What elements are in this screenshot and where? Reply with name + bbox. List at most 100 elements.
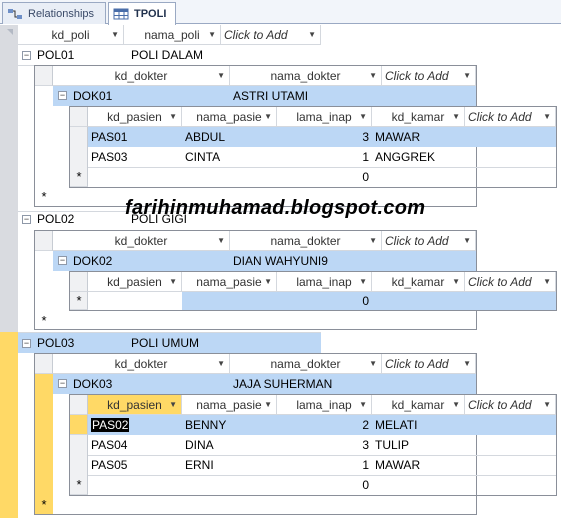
header-click-to-add[interactable]: Click to Add ▼ bbox=[382, 66, 476, 86]
sub-corner[interactable] bbox=[35, 231, 53, 251]
cell-nama-dokter[interactable]: ASTRI UTAMI bbox=[230, 86, 382, 106]
new-record-icon[interactable]: * bbox=[35, 311, 53, 331]
header-nama-dokter[interactable]: nama_dokter ▼ bbox=[230, 231, 382, 251]
chevron-down-icon[interactable]: ▼ bbox=[359, 107, 367, 126]
new-record-icon[interactable]: * bbox=[35, 187, 53, 207]
chevron-down-icon[interactable]: ▼ bbox=[217, 231, 225, 250]
cell-nama-pasien[interactable]: DINA bbox=[182, 435, 277, 455]
header-lama-inap[interactable]: lama_inap ▼ bbox=[277, 272, 372, 292]
header-click-to-add[interactable]: Click to Add ▼ bbox=[465, 272, 556, 292]
header-lama-inap[interactable]: lama_inap ▼ bbox=[277, 395, 372, 415]
header-lama-inap[interactable]: lama_inap ▼ bbox=[277, 107, 372, 127]
collapse-subdatasheet-icon[interactable]: − bbox=[58, 91, 67, 100]
header-kd-pasien[interactable]: kd_pasien ▼ bbox=[88, 395, 182, 415]
cell-kd-pasien[interactable]: PAS05 bbox=[88, 455, 182, 475]
header-kd-dokter[interactable]: kd_dokter ▼ bbox=[53, 66, 230, 86]
header-kd-kamar[interactable]: kd_kamar ▼ bbox=[372, 272, 465, 292]
header-kd-poli[interactable]: kd_poli ▼ bbox=[18, 25, 124, 45]
sub-corner[interactable] bbox=[35, 354, 53, 374]
header-click-to-add[interactable]: Click to Add ▼ bbox=[465, 107, 556, 127]
header-click-to-add[interactable]: Click to Add ▼ bbox=[465, 395, 556, 415]
chevron-down-icon[interactable]: ▼ bbox=[369, 66, 377, 85]
header-nama-pasie[interactable]: nama_pasie ▼ bbox=[182, 107, 277, 127]
cell-kd-poli[interactable]: POL01 bbox=[34, 45, 124, 65]
chevron-down-icon[interactable]: ▼ bbox=[264, 107, 272, 126]
header-kd-dokter[interactable]: kd_dokter ▼ bbox=[53, 231, 230, 251]
new-record-icon[interactable]: * bbox=[70, 475, 88, 495]
chevron-down-icon[interactable]: ▼ bbox=[359, 272, 367, 291]
cell-nama-pasien[interactable]: ERNI bbox=[182, 455, 277, 475]
header-nama-dokter[interactable]: nama_dokter ▼ bbox=[230, 354, 382, 374]
chevron-down-icon[interactable]: ▼ bbox=[452, 395, 460, 414]
chevron-down-icon[interactable]: ▼ bbox=[111, 25, 119, 44]
cell-lama-inap[interactable]: 3 bbox=[277, 127, 372, 147]
cell-nama-dokter[interactable]: DIAN WAHYUNI9 bbox=[230, 251, 382, 271]
chevron-down-icon[interactable]: ▼ bbox=[208, 25, 216, 44]
header-nama-dokter[interactable]: nama_dokter ▼ bbox=[230, 66, 382, 86]
cell-kd-kamar[interactable]: MAWAR bbox=[372, 127, 465, 147]
header-click-to-add[interactable]: Click to Add ▼ bbox=[221, 25, 321, 45]
sub-corner[interactable] bbox=[35, 66, 53, 86]
cell-lama-inap-new[interactable]: 0 bbox=[277, 291, 372, 311]
new-record-icon[interactable]: * bbox=[70, 167, 88, 187]
cell-lama-inap[interactable]: 1 bbox=[277, 455, 372, 475]
cell-kd-pasien-active[interactable]: PAS02 bbox=[88, 415, 182, 435]
new-record-icon[interactable]: * bbox=[70, 291, 88, 311]
chevron-down-icon[interactable]: ▼ bbox=[308, 25, 316, 44]
cell-kd-poli[interactable]: POL03 bbox=[34, 333, 124, 353]
cell-kd-kamar[interactable]: TULIP bbox=[372, 435, 465, 455]
sub-corner[interactable] bbox=[70, 395, 88, 415]
chevron-down-icon[interactable]: ▼ bbox=[264, 272, 272, 291]
chevron-down-icon[interactable]: ▼ bbox=[169, 395, 177, 414]
cell-nama-pasien[interactable]: CINTA bbox=[182, 147, 277, 167]
chevron-down-icon[interactable]: ▼ bbox=[543, 107, 551, 126]
current-row-selector[interactable] bbox=[70, 415, 88, 435]
cell-kd-dokter[interactable]: DOK01 bbox=[70, 86, 230, 106]
cell-kd-poli[interactable]: POL02 bbox=[34, 209, 124, 229]
cell-kd-kamar[interactable]: ANGGREK bbox=[372, 147, 465, 167]
sub-corner[interactable] bbox=[70, 272, 88, 292]
header-kd-kamar[interactable]: kd_kamar ▼ bbox=[372, 107, 465, 127]
chevron-down-icon[interactable]: ▼ bbox=[452, 107, 460, 126]
cell-nama-poli[interactable]: POLI DALAM bbox=[128, 45, 221, 65]
cell-nama-pasien[interactable]: ABDUL bbox=[182, 127, 277, 147]
cell-lama-inap-new[interactable]: 0 bbox=[277, 167, 372, 187]
header-kd-pasien[interactable]: kd_pasien ▼ bbox=[88, 272, 182, 292]
collapse-subdatasheet-icon[interactable]: − bbox=[58, 379, 67, 388]
header-click-to-add[interactable]: Click to Add ▼ bbox=[382, 354, 476, 374]
select-all-corner[interactable] bbox=[7, 29, 13, 35]
collapse-subdatasheet-icon[interactable]: − bbox=[58, 256, 67, 265]
cell-kd-pasien[interactable]: PAS03 bbox=[88, 147, 182, 167]
cell-kd-pasien[interactable]: PAS01 bbox=[88, 127, 182, 147]
chevron-down-icon[interactable]: ▼ bbox=[452, 272, 460, 291]
header-nama-pasie[interactable]: nama_pasie ▼ bbox=[182, 272, 277, 292]
chevron-down-icon[interactable]: ▼ bbox=[463, 231, 471, 250]
chevron-down-icon[interactable]: ▼ bbox=[169, 272, 177, 291]
cell-nama-dokter[interactable]: JAJA SUHERMAN bbox=[230, 374, 382, 394]
cell-lama-inap[interactable]: 3 bbox=[277, 435, 372, 455]
collapse-subdatasheet-icon[interactable]: − bbox=[22, 51, 31, 60]
header-nama-poli[interactable]: nama_poli ▼ bbox=[124, 25, 221, 45]
cell-lama-inap-new[interactable]: 0 bbox=[277, 475, 372, 495]
chevron-down-icon[interactable]: ▼ bbox=[543, 395, 551, 414]
cell-kd-pasien[interactable]: PAS04 bbox=[88, 435, 182, 455]
header-kd-dokter[interactable]: kd_dokter ▼ bbox=[53, 354, 230, 374]
cell-kd-dokter[interactable]: DOK02 bbox=[70, 251, 230, 271]
header-kd-pasien[interactable]: kd_pasien ▼ bbox=[88, 107, 182, 127]
cell-lama-inap[interactable]: 1 bbox=[277, 147, 372, 167]
cell-nama-pasien[interactable]: BENNY bbox=[182, 415, 277, 435]
chevron-down-icon[interactable]: ▼ bbox=[217, 354, 225, 373]
chevron-down-icon[interactable]: ▼ bbox=[369, 231, 377, 250]
header-kd-kamar[interactable]: kd_kamar ▼ bbox=[372, 395, 465, 415]
chevron-down-icon[interactable]: ▼ bbox=[543, 272, 551, 291]
tab-tpoli[interactable]: TPOLI bbox=[108, 2, 176, 25]
chevron-down-icon[interactable]: ▼ bbox=[369, 354, 377, 373]
cell-lama-inap[interactable]: 2 bbox=[277, 415, 372, 435]
new-record-icon[interactable]: * bbox=[35, 495, 53, 515]
chevron-down-icon[interactable]: ▼ bbox=[264, 395, 272, 414]
cell-kd-dokter[interactable]: DOK03 bbox=[70, 374, 230, 394]
collapse-subdatasheet-icon[interactable]: − bbox=[22, 215, 31, 224]
cell-nama-poli[interactable]: POLI UMUM bbox=[128, 333, 221, 353]
chevron-down-icon[interactable]: ▼ bbox=[359, 395, 367, 414]
tab-relationships[interactable]: Relationships bbox=[2, 2, 106, 24]
